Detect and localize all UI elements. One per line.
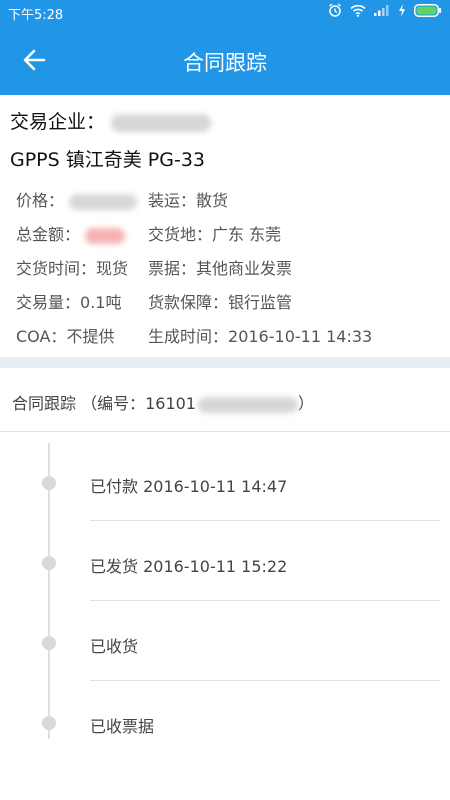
status-time: 下午5:28 [8,8,64,23]
delivery-place-row: 交货地：广东 东莞 [148,221,281,245]
contract-number-redacted [198,396,298,413]
payment-guarantee-label: 货款保障： [148,293,229,312]
alarm-icon [328,3,342,21]
delivery-time-row: 交货时间：现货 [16,255,128,279]
section-divider [0,357,450,368]
invoice-value: 其他商业发票 [196,259,293,278]
charging-icon [398,3,406,21]
timeline-dot-icon [42,636,56,650]
shipping-row: 装运：散货 [148,187,228,211]
wifi-icon [350,4,366,21]
timeline-dot-icon [42,556,56,570]
timeline-step-label: 已收票据 [90,717,155,736]
delivery-time-value: 现货 [96,259,129,278]
timeline-divider [90,680,440,681]
quantity-row: 交易量：0.1吨 [16,289,121,313]
created-time-value: 2016-10-11 14:33 [228,327,373,346]
coa-label: COA： [16,327,67,346]
product-name: GPPS 镇江奇美 PG-33 [10,149,205,171]
timeline-step: 已收票据 [0,683,450,763]
timeline-step: 已付款 2016-10-11 14:47 [0,443,450,523]
payment-guarantee-row: 货款保障：银行监管 [148,289,292,313]
tracking-timeline: 已付款 2016-10-11 14:47 已发货 2016-10-11 15:2… [0,433,450,743]
price-value-redacted [69,193,138,210]
timeline-step-label: 已付款 2016-10-11 14:47 [90,477,288,496]
price-row: 价格： [16,187,138,211]
app-bar: 合同跟踪 [0,25,450,95]
status-bar: 下午5:28 [0,0,450,25]
company-row: 交易企业： [10,107,212,134]
invoice-label: 票据： [148,259,197,278]
total-label: 总金额： [16,225,81,244]
company-name-redacted [111,113,212,132]
total-row: 总金额： [16,221,126,245]
created-time-row: 生成时间：2016-10-11 14:33 [148,323,372,347]
contract-summary: 交易企业： GPPS 镇江奇美 PG-33 价格： 装运：散货 总金额： 交货地… [0,95,450,357]
timeline-divider [90,520,440,521]
timeline-divider [90,600,440,601]
created-time-label: 生成时间： [148,327,229,346]
delivery-place-value: 广东 东莞 [212,225,282,244]
delivery-time-label: 交货时间： [16,259,97,278]
coa-row: COA：不提供 [16,323,114,347]
tracking-header-text: 合同跟踪 （编号：16101 ） [12,390,314,414]
tracking-header: 合同跟踪 （编号：16101 ） [0,368,450,432]
timeline-step: 已发货 2016-10-11 15:22 [0,523,450,603]
timeline-step-label: 已发货 2016-10-11 15:22 [90,557,288,576]
quantity-value: 0.1吨 [80,293,122,312]
quantity-label: 交易量： [16,293,81,312]
timeline-step-label: 已收货 [90,637,139,656]
timeline-dot-icon [42,476,56,490]
status-icons [328,3,442,21]
payment-guarantee-value: 银行监管 [228,293,293,312]
contract-number-prefix: 合同跟踪 （编号：16101 [12,394,196,413]
shipping-value: 散货 [196,191,229,210]
shipping-label: 装运： [148,191,197,210]
total-value-redacted [85,227,126,244]
company-label: 交易企业： [10,111,106,133]
contract-number-suffix: ） [298,394,315,413]
timeline-step: 已收货 [0,603,450,683]
invoice-row: 票据：其他商业发票 [148,255,292,279]
price-label: 价格： [16,191,65,210]
page-title: 合同跟踪 [183,51,267,75]
signal-icon [374,4,390,20]
battery-icon [414,3,442,21]
coa-value: 不提供 [66,327,115,346]
delivery-place-label: 交货地： [148,225,213,244]
timeline-dot-icon [42,716,56,730]
